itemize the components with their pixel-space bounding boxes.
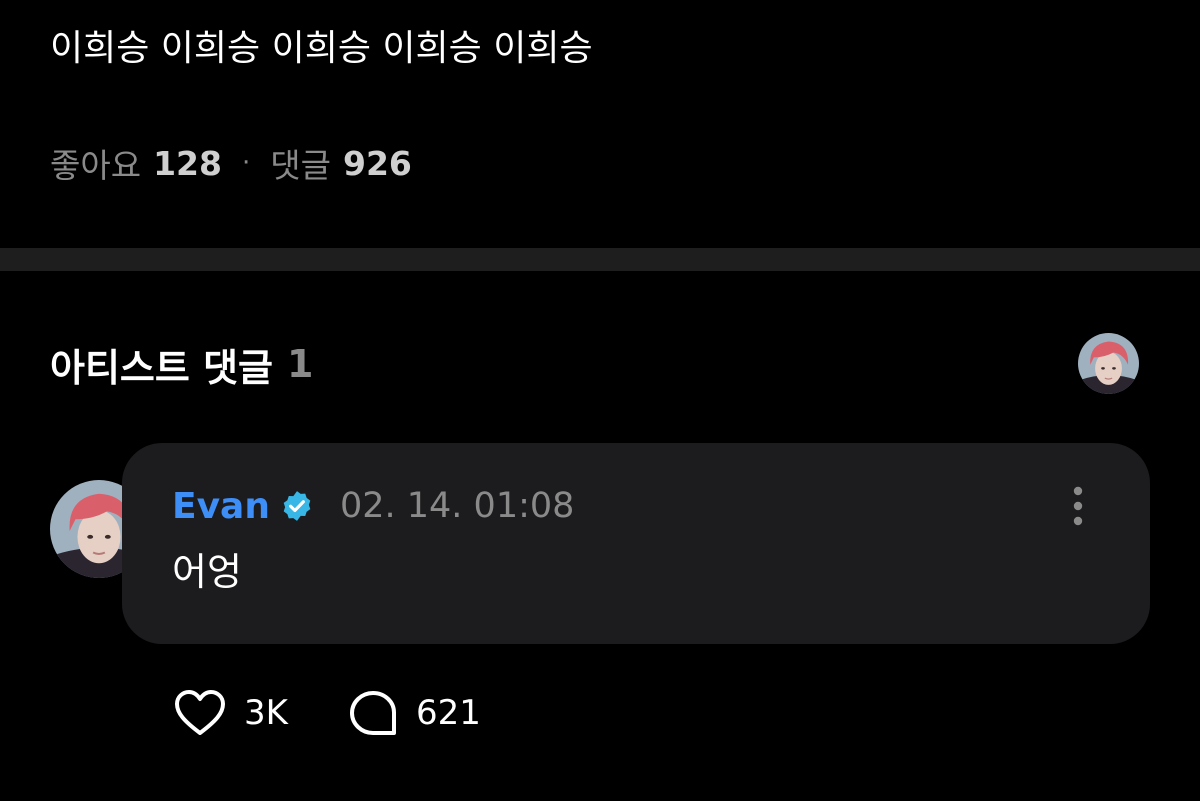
- comment-bubble: Evan 02. 14. 01:08 어엉: [122, 443, 1150, 644]
- comment-timestamp: 02. 14. 01:08: [339, 486, 575, 526]
- speech-bubble-icon: [349, 691, 396, 735]
- comment-body-text: 어엉: [172, 550, 242, 594]
- comments-label: 댓글: [270, 146, 331, 185]
- heart-icon: [175, 690, 225, 735]
- comments-count[interactable]: 926: [343, 144, 412, 183]
- more-options-button[interactable]: [1060, 481, 1096, 531]
- verified-badge-icon: [280, 489, 314, 523]
- artist-comments-title: 아티스트 댓글: [50, 345, 273, 390]
- comments-page: 이희승 이희승 이희승 이희승 이희승 좋아요 128 · 댓글 926 아티스…: [0, 0, 1200, 801]
- comment-header: Evan 02. 14. 01:08: [172, 481, 574, 531]
- comment-author-name[interactable]: Evan: [172, 486, 270, 527]
- likes-count[interactable]: 128: [153, 144, 222, 183]
- likes-label: 좋아요: [50, 146, 142, 185]
- post-body-text: 이희승 이희승 이희승 이희승 이희승: [50, 28, 593, 69]
- comment-actions: 3K 621: [174, 686, 541, 740]
- artist-comments-header: 아티스트 댓글 1: [50, 336, 313, 392]
- more-vertical-icon: [1073, 486, 1083, 526]
- post-stats: 좋아요 128 · 댓글 926: [50, 138, 412, 188]
- reply-button[interactable]: 621: [348, 689, 481, 737]
- artist-comments-count: 1: [287, 342, 314, 386]
- like-button[interactable]: 3K: [174, 689, 288, 737]
- artist-avatar[interactable]: [1078, 333, 1139, 394]
- like-count: 3K: [244, 693, 288, 733]
- stats-separator: ·: [241, 148, 251, 178]
- artist-avatar-image: [1078, 333, 1139, 394]
- section-divider: [0, 248, 1200, 271]
- reply-count: 621: [415, 693, 481, 733]
